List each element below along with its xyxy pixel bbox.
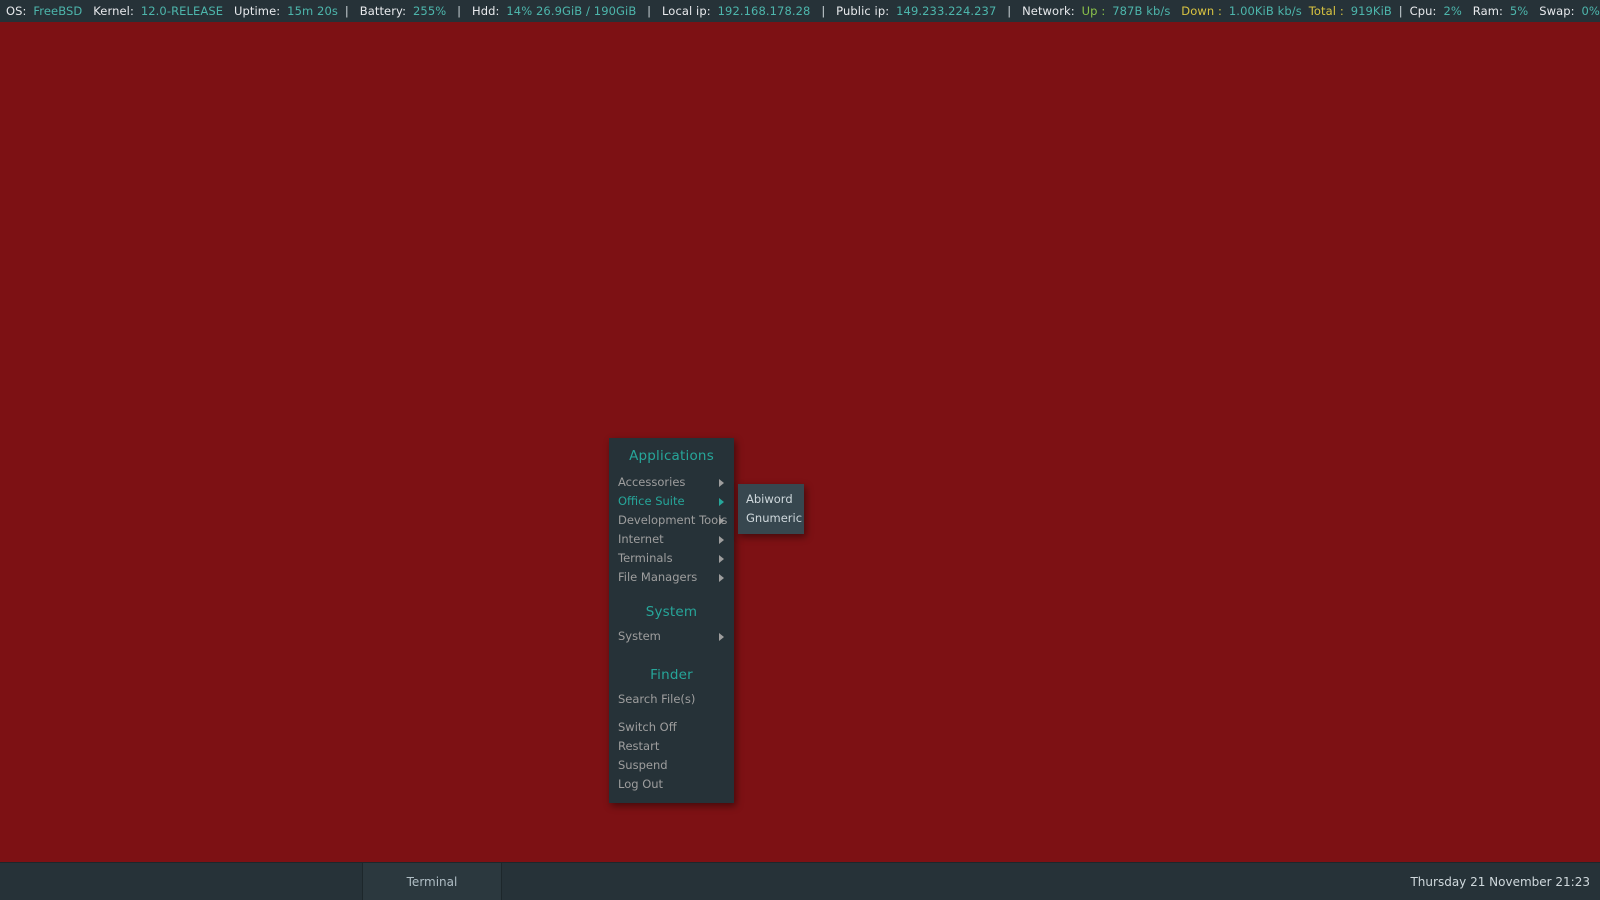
menu-item-internet[interactable]: Internet bbox=[609, 530, 734, 549]
system-status-bar: OS: FreeBSD Kernel: 12.0-RELEASE Uptime:… bbox=[0, 0, 1600, 22]
menu-item-system[interactable]: System bbox=[609, 627, 734, 646]
menu-item-office-suite[interactable]: Office Suite bbox=[609, 492, 734, 511]
menu-section-header-applications: Applications bbox=[629, 448, 714, 464]
menu-item-label: Accessories bbox=[618, 475, 686, 489]
chevron-right-icon bbox=[719, 554, 724, 563]
swap-value: 0% bbox=[1581, 4, 1600, 18]
menu-item-search-files[interactable]: Search File(s) bbox=[609, 690, 734, 709]
desktop-background[interactable] bbox=[0, 0, 1600, 900]
menu-item-label: System bbox=[618, 629, 661, 643]
local-ip-label: Local ip: bbox=[662, 4, 711, 18]
menu-section-header-finder: Finder bbox=[650, 667, 693, 683]
office-suite-submenu-panel[interactable]: Abiword Gnumeric bbox=[738, 484, 804, 534]
public-ip-value: 149.233.224.237 bbox=[896, 4, 997, 18]
hdd-value: 14% 26.9GiB / 190GiB bbox=[506, 4, 637, 18]
ram-value: 5% bbox=[1509, 4, 1529, 18]
menu-item-development-tools[interactable]: Development Tools bbox=[609, 511, 734, 530]
menu-item-label: Development Tools bbox=[618, 513, 728, 527]
menu-item-suspend[interactable]: Suspend bbox=[609, 756, 734, 775]
menu-item-accessories[interactable]: Accessories bbox=[609, 473, 734, 492]
menu-item-label: Switch Off bbox=[618, 720, 677, 734]
cpu-label: Cpu: bbox=[1409, 4, 1437, 18]
menu-item-label: Suspend bbox=[618, 758, 668, 772]
menu-item-switch-off[interactable]: Switch Off bbox=[609, 718, 734, 737]
ram-label: Ram: bbox=[1472, 4, 1503, 18]
network-up-value: 787B kb/s bbox=[1112, 4, 1171, 18]
menu-item-label: Restart bbox=[618, 739, 660, 753]
separator: | bbox=[821, 4, 826, 18]
os-value: FreeBSD bbox=[33, 4, 83, 18]
battery-label: Battery: bbox=[359, 4, 407, 18]
swap-label: Swap: bbox=[1539, 4, 1575, 18]
menu-section-header-system: System bbox=[645, 604, 698, 620]
network-down-value: 1.00KiB kb/s bbox=[1228, 4, 1302, 18]
menu-divider-space bbox=[609, 646, 734, 659]
chevron-right-icon bbox=[719, 632, 724, 641]
os-label: OS: bbox=[6, 4, 27, 18]
menu-item-restart[interactable]: Restart bbox=[609, 737, 734, 756]
submenu-item-gnumeric[interactable]: Gnumeric bbox=[738, 509, 804, 528]
network-total-label: Total : bbox=[1308, 4, 1344, 18]
public-ip-label: Public ip: bbox=[836, 4, 890, 18]
menu-item-label: File Managers bbox=[618, 570, 698, 584]
kernel-value: 12.0-RELEASE bbox=[140, 4, 224, 18]
menu-item-label: Internet bbox=[618, 532, 664, 546]
taskbar-clock[interactable]: Thursday 21 November 21:23 bbox=[1410, 875, 1600, 889]
taskbar-left-spacer bbox=[0, 863, 362, 900]
submenu-item-abiword[interactable]: Abiword bbox=[738, 490, 804, 509]
kernel-label: Kernel: bbox=[93, 4, 134, 18]
separator: | bbox=[647, 4, 652, 18]
local-ip-value: 192.168.178.28 bbox=[717, 4, 811, 18]
menu-item-label: Terminals bbox=[618, 551, 673, 565]
network-total-value: 919KiB bbox=[1350, 4, 1392, 18]
taskbar-spacer bbox=[502, 863, 1410, 900]
taskbar: Terminal Thursday 21 November 21:23 bbox=[0, 862, 1600, 900]
menu-item-terminals[interactable]: Terminals bbox=[609, 549, 734, 568]
submenu-item-label: Abiword bbox=[746, 492, 793, 506]
menu-item-label: Office Suite bbox=[618, 494, 685, 508]
cpu-value: 2% bbox=[1443, 4, 1462, 18]
separator: | bbox=[1007, 4, 1012, 18]
chevron-right-icon bbox=[719, 573, 724, 582]
menu-item-log-out[interactable]: Log Out bbox=[609, 775, 734, 794]
menu-item-label: Log Out bbox=[618, 777, 664, 791]
root-menu-panel[interactable]: Applications Accessories Office Suite De… bbox=[609, 438, 734, 803]
uptime-label: Uptime: bbox=[233, 4, 281, 18]
submenu-item-label: Gnumeric bbox=[746, 511, 803, 525]
menu-divider-space bbox=[609, 709, 734, 718]
menu-divider-space bbox=[609, 587, 734, 596]
menu-item-label: Search File(s) bbox=[618, 692, 696, 706]
separator: | bbox=[1398, 4, 1403, 18]
separator: | bbox=[344, 4, 349, 18]
network-label: Network: bbox=[1022, 4, 1075, 18]
chevron-right-icon bbox=[719, 535, 724, 544]
chevron-right-icon bbox=[719, 516, 724, 525]
chevron-right-icon bbox=[719, 478, 724, 487]
network-down-label: Down : bbox=[1181, 4, 1222, 18]
chevron-right-icon bbox=[719, 497, 724, 506]
network-up-label: Up : bbox=[1081, 4, 1106, 18]
separator: | bbox=[457, 4, 462, 18]
menu-item-file-managers[interactable]: File Managers bbox=[609, 568, 734, 587]
uptime-value: 15m 20s bbox=[287, 4, 338, 18]
battery-value: 255% bbox=[413, 4, 447, 18]
taskbar-window-label: Terminal bbox=[406, 874, 458, 889]
hdd-label: Hdd: bbox=[471, 4, 500, 18]
taskbar-window-button-terminal[interactable]: Terminal bbox=[362, 862, 502, 900]
